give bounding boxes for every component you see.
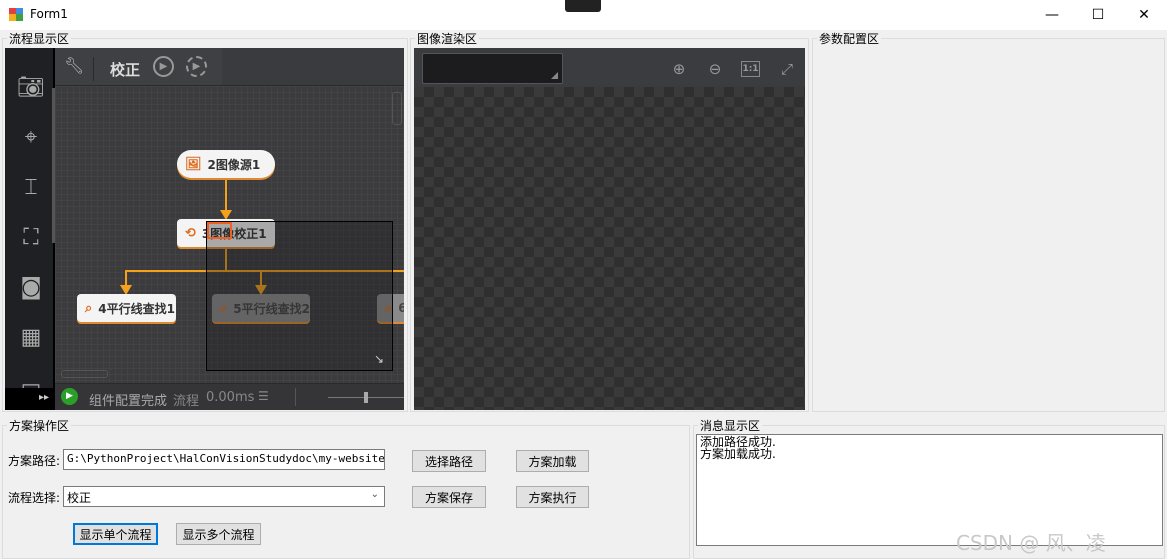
line-search-icon: ⌕	[85, 300, 93, 316]
status-text: 组件配置完成	[89, 394, 168, 409]
run-once-icon[interactable]: ▶	[153, 56, 174, 77]
run-plan-button[interactable]: 方案执行	[516, 486, 589, 508]
toolbar-empty	[222, 48, 404, 86]
param-group-label: 参数配置区	[817, 30, 882, 47]
calibrate-icon[interactable]: ◙	[17, 274, 45, 302]
flow-node[interactable]: ⌕ 4平行线查找1	[77, 294, 176, 322]
path-label: 方案路径:	[8, 454, 61, 468]
zoom-slider-thumb[interactable]	[364, 392, 368, 403]
zoom-out-icon[interactable]: ⊖	[704, 58, 726, 80]
fit-window-icon[interactable]: ⤢	[776, 58, 798, 80]
list-icon[interactable]: ☰	[258, 389, 269, 403]
flow-label: 流程	[173, 394, 200, 409]
save-plan-button[interactable]: 方案保存	[412, 486, 486, 508]
focus-icon[interactable]: ⛶	[17, 224, 45, 252]
elapsed-time: 0.00ms	[206, 390, 255, 405]
title-bar: Form1 — ☐ ✕	[0, 0, 1167, 30]
camera-icon[interactable]: 📷︎	[17, 74, 45, 102]
choose-path-button[interactable]: 选择路径	[412, 450, 486, 472]
flow-toolbar: 🔧︎ 校正 ▶ ▶	[55, 48, 222, 86]
minimap-marker	[207, 222, 232, 239]
zoom-in-icon[interactable]: ⊕	[668, 58, 690, 80]
node-label: 2图像源1	[207, 157, 261, 172]
minimap-viewport[interactable]: ↘	[206, 221, 393, 371]
flow-select[interactable]: 校正 ⌄	[63, 486, 385, 507]
image-select-dropdown[interactable]	[422, 53, 563, 84]
chevron-down-icon: ⌄	[370, 489, 379, 500]
window-title: Form1	[30, 7, 68, 21]
dropdown-corner-icon	[551, 72, 558, 79]
msg-group-label: 消息显示区	[698, 417, 763, 434]
status-divider	[295, 388, 296, 406]
node-label: 4平行线查找1	[98, 301, 175, 316]
render-group-label: 图像渲染区	[415, 30, 480, 47]
flow-select-label: 流程选择:	[8, 491, 61, 505]
run-loop-icon[interactable]: ▶	[186, 56, 207, 77]
show-multi-flow-button[interactable]: 显示多个流程	[176, 523, 261, 545]
play-icon[interactable]: ▶	[61, 388, 78, 405]
toolbar-divider	[93, 57, 94, 81]
path-input[interactable]: G:\PythonProject\HalConVisionStudydoc\my…	[63, 449, 385, 470]
panel-icon[interactable]: ▭	[17, 374, 45, 388]
image-canvas[interactable]	[414, 87, 805, 410]
drag-handle[interactable]	[565, 0, 601, 12]
message-line: 方案加载成功.	[700, 447, 776, 461]
app-icon	[9, 8, 23, 21]
ops-group-label: 方案操作区	[7, 417, 72, 434]
flow-group-label: 流程显示区	[7, 30, 72, 47]
target-icon[interactable]: ⌖	[17, 124, 45, 152]
tool-sidebar: 📷︎ ⌖ ⌶ ⛶ ◙ ▦ ▭	[5, 48, 55, 388]
maximize-button[interactable]: ☐	[1075, 0, 1121, 30]
show-single-flow-button[interactable]: 显示单个流程	[73, 523, 158, 545]
flow-select-value: 校正	[67, 491, 92, 505]
grid-transform-icon[interactable]: ▦	[17, 324, 45, 352]
flow-canvas[interactable]: 🖼︎ 2图像源1 ⟲ 3图像校正1 ⌕ 4平行线查找1 ⌕ 5平行线查找2 ⌕ 6 ↘	[55, 86, 404, 383]
close-button[interactable]: ✕	[1121, 0, 1167, 30]
actual-size-icon[interactable]: 1:1	[741, 61, 760, 77]
wrench-icon[interactable]: 🔧︎	[64, 56, 84, 75]
flow-name: 校正	[110, 61, 141, 79]
watermark: CSDN @ 风、凌	[956, 531, 1106, 555]
node-label: 6	[398, 301, 404, 315]
expand-sidebar-icon[interactable]: ▸▸	[5, 388, 55, 410]
flow-node[interactable]: 🖼︎ 2图像源1	[177, 150, 275, 178]
flow-status-bar: ▶ 组件配置完成 流程 0.00ms ☰	[55, 383, 404, 410]
image-icon: 🖼︎	[185, 156, 202, 172]
minimize-button[interactable]: —	[1029, 0, 1075, 30]
param-group: 参数配置区	[812, 30, 1165, 412]
connector-line	[225, 177, 227, 213]
vertical-scrollbar[interactable]	[392, 92, 402, 125]
resize-arrow-icon[interactable]: ↘	[374, 352, 384, 366]
load-plan-button[interactable]: 方案加载	[516, 450, 589, 472]
measure-icon[interactable]: ⌶	[17, 174, 45, 202]
correction-icon: ⟲	[185, 225, 196, 241]
horizontal-scrollbar[interactable]	[61, 370, 108, 378]
